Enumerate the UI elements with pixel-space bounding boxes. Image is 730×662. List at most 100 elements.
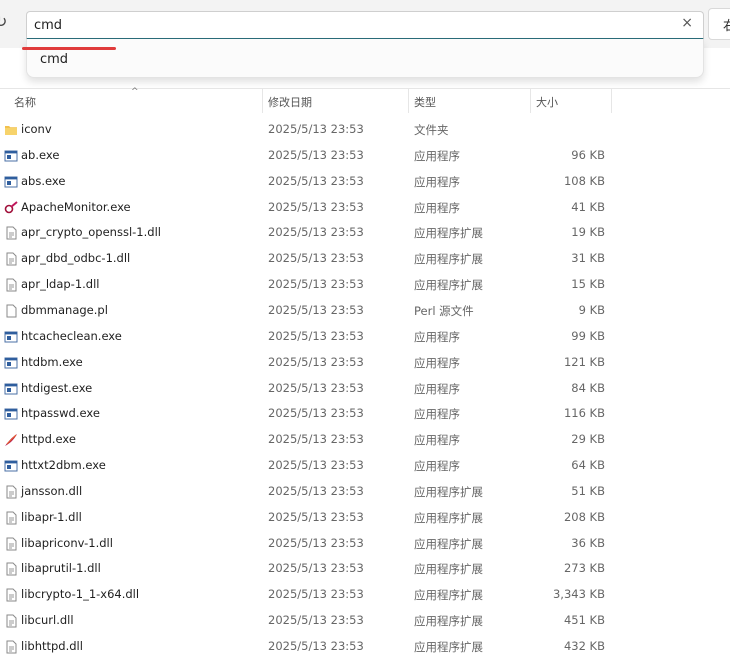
file-row[interactable]: ApacheMonitor.exe 2025/5/13 23:53 应用程序 41 K…	[0, 194, 730, 220]
dll-icon	[4, 561, 17, 576]
file-type: 应用程序扩展	[414, 536, 483, 551]
file-row[interactable]: libapriconv-1.dll 2025/5/13 23:53 应用程序扩展 36…	[0, 530, 730, 556]
file-size: 451 KB	[563, 613, 605, 628]
file-type: 应用程序扩展	[414, 484, 483, 499]
file-type: 应用程序	[414, 381, 460, 396]
file-type: 应用程序	[414, 433, 460, 448]
file-modified-date: 2025/5/13 23:53	[268, 354, 364, 369]
file-modified-date: 2025/5/13 23:53	[268, 225, 364, 240]
file-row[interactable]: dbmmanage.pl 2025/5/13 23:53 Perl 源文件 9 KB	[0, 297, 730, 323]
file-name: libhttpd.dll	[21, 639, 83, 653]
file-row[interactable]: abs.exe 2025/5/13 23:53 应用程序 108 KB	[0, 168, 730, 194]
dll-icon	[4, 587, 17, 602]
file-type: 应用程序扩展	[414, 614, 483, 629]
close-icon[interactable]: ×	[681, 15, 693, 31]
file-type: 应用程序扩展	[414, 562, 483, 577]
file-row[interactable]: htcacheclean.exe 2025/5/13 23:53 应用程序 99 KB	[0, 323, 730, 349]
file-row[interactable]: apr_dbd_odbc-1.dll 2025/5/13 23:53 应用程序扩展 3…	[0, 245, 730, 271]
column-header-type[interactable]: 类型	[414, 94, 436, 110]
file-name: libcrypto-1_1-x64.dll	[21, 587, 140, 602]
file-modified-date: 2025/5/13 23:53	[268, 639, 364, 653]
file-row[interactable]: apr_ldap-1.dll 2025/5/13 23:53 应用程序扩展 15 KB	[0, 271, 730, 297]
annotation-underline	[22, 47, 116, 50]
file-type: Perl 源文件	[414, 303, 474, 318]
file-name: libaprutil-1.dll	[21, 561, 101, 576]
file-row[interactable]: libcrypto-1_1-x64.dll 2025/5/13 23:53 应用程序…	[0, 581, 730, 607]
file-name: libapriconv-1.dll	[21, 535, 113, 550]
file-name: libcurl.dll	[21, 613, 74, 628]
file-size: 64 KB	[571, 458, 605, 473]
file-modified-date: 2025/5/13 23:53	[268, 328, 364, 343]
file-modified-date: 2025/5/13 23:53	[268, 302, 364, 317]
file-row[interactable]: httxt2dbm.exe 2025/5/13 23:53 应用程序 64 KB	[0, 452, 730, 478]
file-type: 应用程序扩展	[414, 640, 483, 654]
file-size: 41 KB	[571, 199, 605, 214]
file-modified-date: 2025/5/13 23:53	[268, 458, 364, 473]
file-size: 51 KB	[571, 483, 605, 498]
address-input[interactable]	[34, 15, 654, 35]
file-name: dbmmanage.pl	[21, 302, 108, 317]
file-row[interactable]: htpasswd.exe 2025/5/13 23:53 应用程序 116 KB	[0, 400, 730, 426]
dll-icon	[4, 251, 17, 266]
exe-icon	[4, 381, 18, 394]
sort-ascending-icon: ^	[131, 87, 139, 97]
right-clip-label: 右	[723, 19, 730, 34]
suggestion-item[interactable]: cmd	[40, 52, 68, 67]
file-row[interactable]: libaprutil-1.dll 2025/5/13 23:53 应用程序扩展 273…	[0, 555, 730, 581]
file-modified-date: 2025/5/13 23:53	[268, 277, 364, 292]
file-modified-date: 2025/5/13 23:53	[268, 147, 364, 162]
dll-icon	[4, 639, 17, 654]
column-divider[interactable]	[530, 89, 531, 113]
search-box-right[interactable]: 右	[708, 8, 730, 40]
column-divider[interactable]	[262, 89, 263, 113]
file-modified-date: 2025/5/13 23:53	[268, 380, 364, 395]
dll-icon	[4, 536, 17, 551]
file-size: 36 KB	[571, 535, 605, 550]
file-size: 273 KB	[563, 561, 605, 576]
address-search-box[interactable]: ×	[26, 11, 704, 40]
file-type: 应用程序扩展	[414, 252, 483, 267]
file-size: 121 KB	[563, 354, 605, 369]
file-name: httxt2dbm.exe	[21, 458, 106, 473]
file-modified-date: 2025/5/13 23:53	[268, 561, 364, 576]
column-header-size[interactable]: 大小	[536, 94, 558, 110]
file-type: 应用程序扩展	[414, 588, 483, 603]
file-name: apr_crypto_openssl-1.dll	[21, 225, 161, 240]
file-modified-date: 2025/5/13 23:53	[268, 199, 364, 214]
file-row[interactable]: htdigest.exe 2025/5/13 23:53 应用程序 84 KB	[0, 375, 730, 401]
column-header-date[interactable]: 修改日期	[268, 94, 312, 110]
file-name: jansson.dll	[21, 483, 83, 498]
exe-icon	[4, 355, 18, 369]
column-divider[interactable]	[408, 89, 409, 113]
file-row[interactable]: ab.exe 2025/5/13 23:53 应用程序 96 KB	[0, 142, 730, 168]
file-name: libapr-1.dll	[21, 509, 82, 524]
file-type: 应用程序扩展	[414, 510, 483, 525]
column-divider[interactable]	[611, 89, 612, 113]
file-row[interactable]: iconv 2025/5/13 23:53 文件夹	[0, 116, 730, 142]
file-row[interactable]: jansson.dll 2025/5/13 23:53 应用程序扩展 51 KB	[0, 478, 730, 504]
file-row[interactable]: libcurl.dll 2025/5/13 23:53 应用程序扩展 451 KB	[0, 607, 730, 633]
file-name: htcacheclean.exe	[21, 328, 122, 343]
file-row[interactable]: apr_crypto_openssl-1.dll 2025/5/13 23:53 应…	[0, 219, 730, 245]
file-type: 文件夹	[414, 123, 449, 137]
file-row[interactable]: libapr-1.dll 2025/5/13 23:53 应用程序扩展 208 KB	[0, 504, 730, 530]
file-name: ApacheMonitor.exe	[21, 199, 131, 214]
file-type: 应用程序扩展	[414, 226, 483, 241]
file-type: 应用程序	[414, 355, 460, 370]
file-row[interactable]: httpd.exe 2025/5/13 23:53 应用程序 29 KB	[0, 426, 730, 452]
file-type: 应用程序	[414, 200, 460, 215]
file-row[interactable]: libhttpd.dll 2025/5/13 23:53 应用程序扩展 432 KB	[0, 633, 730, 659]
exe-icon	[4, 329, 18, 343]
apache-feather-icon	[4, 432, 17, 447]
column-header-name[interactable]: 名称	[14, 94, 36, 110]
refresh-icon[interactable]: ↻	[0, 12, 7, 31]
file-modified-date: 2025/5/13 23:53	[268, 535, 364, 550]
file-modified-date: 2025/5/13 23:53	[268, 483, 364, 498]
file-size: 432 KB	[563, 639, 605, 653]
file-name: iconv	[21, 122, 52, 136]
file-row[interactable]: htdbm.exe 2025/5/13 23:53 应用程序 121 KB	[0, 349, 730, 375]
file-name: htdigest.exe	[21, 380, 93, 395]
file-modified-date: 2025/5/13 23:53	[268, 406, 364, 421]
file-size: 108 KB	[563, 173, 605, 188]
file-size: 15 KB	[571, 277, 605, 292]
